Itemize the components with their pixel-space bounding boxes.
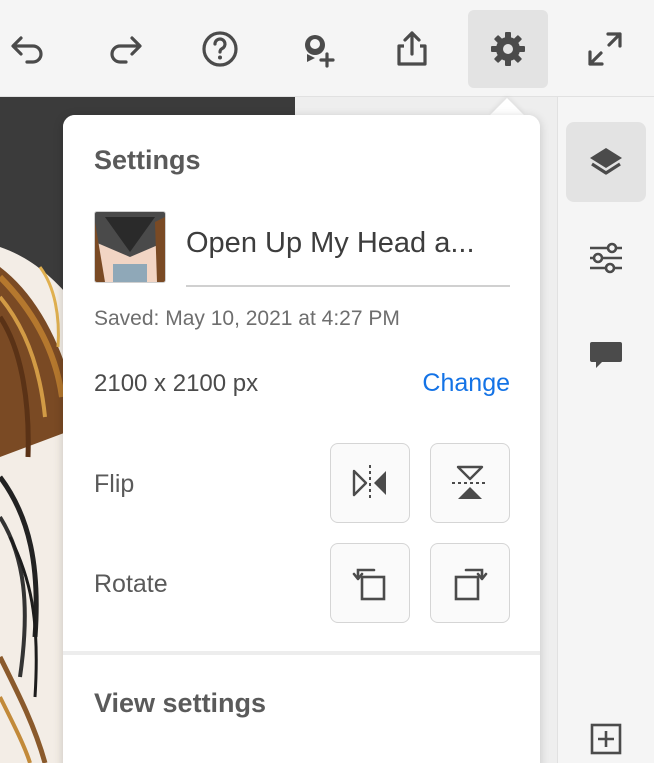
rotate-right-icon: [454, 568, 488, 601]
flip-vertical-icon: [452, 465, 488, 499]
top-toolbar: [0, 0, 654, 97]
saved-timestamp: Saved: May 10, 2021 at 4:27 PM: [94, 307, 400, 330]
comments-button[interactable]: [566, 314, 646, 394]
flip-horizontal-icon: [352, 465, 386, 501]
document-name-underline: [186, 285, 510, 287]
comment-icon: [590, 342, 622, 368]
redo-button[interactable]: [85, 10, 165, 88]
undo-icon: [11, 36, 43, 64]
document-name[interactable]: Open Up My Head a...: [186, 227, 510, 260]
change-size-link[interactable]: Change: [422, 369, 510, 398]
adjustments-icon: [590, 242, 622, 274]
share-button[interactable]: [372, 10, 452, 88]
view-settings-title: View settings: [94, 688, 267, 718]
section-divider: [63, 651, 540, 655]
flip-label: Flip: [94, 470, 135, 498]
invite-button[interactable]: [277, 10, 357, 88]
right-rail: [557, 97, 654, 763]
layers-button[interactable]: [566, 122, 646, 202]
settings-button[interactable]: [468, 10, 548, 88]
rotate-left-icon: [352, 568, 386, 601]
document-thumbnail: [94, 211, 166, 283]
invite-icon: [305, 35, 335, 68]
layers-icon: [590, 148, 622, 175]
flip-vertical-button[interactable]: [430, 443, 510, 523]
fullscreen-button[interactable]: [565, 10, 645, 88]
settings-title: Settings: [94, 145, 201, 175]
rotate-left-button[interactable]: [330, 543, 410, 623]
canvas-dimensions: 2100 x 2100 px: [94, 370, 259, 397]
adjustments-button[interactable]: [566, 218, 646, 298]
share-icon: [397, 31, 427, 66]
fullscreen-icon: [588, 32, 622, 66]
flip-horizontal-button[interactable]: [330, 443, 410, 523]
add-layer-button[interactable]: [566, 699, 646, 763]
gear-icon: [491, 32, 525, 66]
add-layer-icon: [590, 723, 622, 755]
help-button[interactable]: [180, 10, 260, 88]
help-icon: [202, 31, 238, 67]
undo-button[interactable]: [0, 10, 68, 88]
rotate-label: Rotate: [94, 570, 168, 598]
rotate-right-button[interactable]: [430, 543, 510, 623]
settings-popover: Settings Open Up My Head a... Saved: May…: [63, 115, 540, 763]
redo-icon: [110, 36, 142, 64]
